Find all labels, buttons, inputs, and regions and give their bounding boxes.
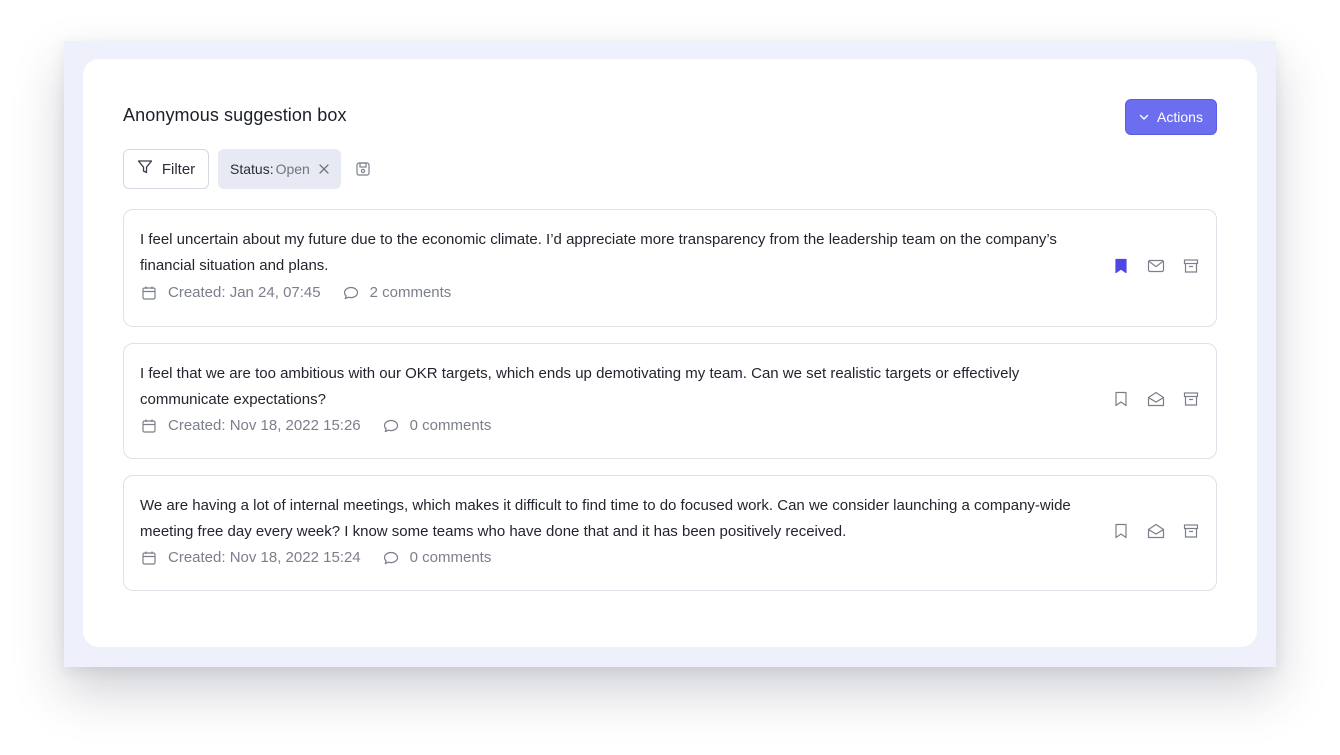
created-date: Created: Nov 18, 2022 15:24 — [168, 549, 361, 566]
comment-icon — [383, 550, 399, 566]
suggestion-box-panel: Anonymous suggestion box Actions Filter … — [83, 59, 1257, 647]
filter-icon — [137, 159, 153, 179]
chevron-down-icon — [1139, 112, 1149, 122]
mail-open-icon[interactable] — [1147, 390, 1165, 408]
close-icon[interactable] — [319, 164, 329, 174]
suggestion-text: I feel uncertain about my future due to … — [140, 231, 1057, 274]
comment-icon — [343, 285, 359, 301]
calendar-icon — [141, 418, 157, 434]
save-icon[interactable] — [355, 161, 371, 177]
archive-icon[interactable] — [1182, 390, 1200, 408]
mail-closed-icon[interactable] — [1147, 257, 1165, 275]
status-filter-chip[interactable]: Status: Open — [218, 149, 341, 189]
comments-count[interactable]: 0 comments — [410, 417, 492, 434]
actions-button[interactable]: Actions — [1125, 99, 1217, 135]
filter-button[interactable]: Filter — [123, 149, 209, 189]
bookmark-icon[interactable] — [1112, 390, 1130, 408]
archive-icon[interactable] — [1182, 522, 1200, 540]
suggestion-card[interactable]: We are having a lot of internal meetings… — [123, 475, 1217, 591]
suggestion-card[interactable]: I feel uncertain about my future due to … — [123, 209, 1217, 327]
actions-button-label: Actions — [1157, 109, 1203, 125]
calendar-icon — [141, 550, 157, 566]
bookmark-icon[interactable] — [1112, 257, 1130, 275]
app-frame: Anonymous suggestion box Actions Filter … — [64, 41, 1276, 667]
comments-count[interactable]: 2 comments — [370, 284, 452, 301]
suggestion-text: I feel that we are too ambitious with ou… — [140, 365, 1020, 408]
comments-count[interactable]: 0 comments — [410, 549, 492, 566]
status-filter-key: Status: — [230, 161, 274, 177]
archive-icon[interactable] — [1182, 257, 1200, 275]
calendar-icon — [141, 285, 157, 301]
filter-button-label: Filter — [161, 160, 196, 178]
status-filter-value: Open — [275, 161, 310, 177]
created-date: Created: Jan 24, 07:45 — [168, 284, 321, 301]
bookmark-icon[interactable] — [1112, 522, 1130, 540]
suggestion-card[interactable]: I feel that we are too ambitious with ou… — [123, 343, 1217, 459]
comment-icon — [383, 418, 399, 434]
created-date: Created: Nov 18, 2022 15:26 — [168, 417, 361, 434]
mail-open-icon[interactable] — [1147, 522, 1165, 540]
suggestion-text: We are having a lot of internal meetings… — [140, 497, 1071, 540]
page-title: Anonymous suggestion box — [123, 105, 347, 125]
